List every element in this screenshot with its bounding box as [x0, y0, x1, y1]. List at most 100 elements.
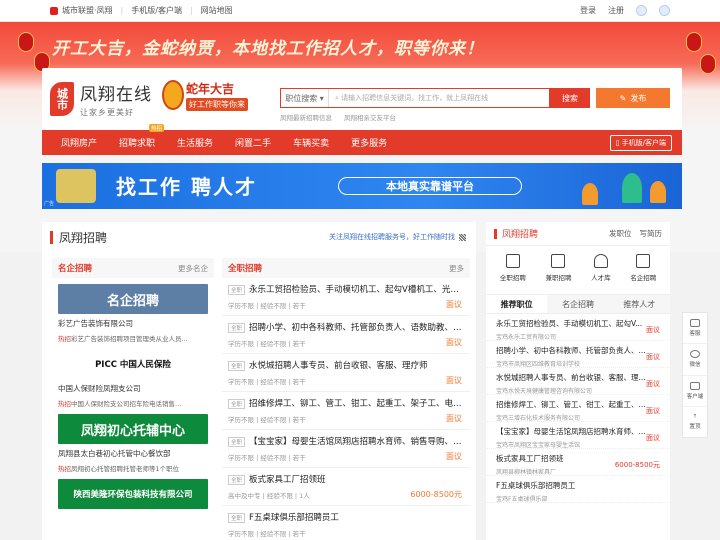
- quick-famous[interactable]: 名企招聘: [630, 254, 656, 294]
- nav-item-secondhand[interactable]: 闲置二手: [224, 130, 282, 155]
- recommended-job-row[interactable]: 板式家具工厂招领班 凤翔县柳林镇林家具厂 6000-8500元: [486, 449, 670, 476]
- sitemap-link[interactable]: 网站地图: [201, 5, 233, 16]
- job-meta: 学历不限 | 经验不限 | 若干: [228, 378, 306, 386]
- nav-mobile-button[interactable]: ▯ 手机版/客户端: [609, 135, 672, 151]
- arrow-up-icon: ⇡: [692, 413, 698, 420]
- hot-link[interactable]: 凤翔相亲交友平台: [344, 112, 396, 122]
- job-row[interactable]: 全职 板式家具工厂招领班 高中及中专 | 经验不限 | 1人 6000-8500元: [222, 468, 470, 506]
- login-link[interactable]: 登录: [580, 5, 596, 16]
- company-card[interactable]: 名企招聘 彩艺广告装饰有限公司 热招彩艺广告装饰招聘项目管理类从业人员...: [52, 278, 214, 343]
- job-title[interactable]: 全职 招聘小学、初中各科教师、托管部负责人、语数助教、行政...: [228, 321, 464, 333]
- job-meta: 学历不限 | 经验不限 | 若干: [228, 302, 306, 310]
- job-title[interactable]: 全职 F五桌球俱乐部招聘员工: [228, 511, 464, 523]
- post-job-link[interactable]: 发职位: [609, 228, 632, 239]
- recommended-job-row[interactable]: 招维修焊工、铆工、管工、钳工、起重工、... 宝鸡三增石化技术服务有限公司 面议: [486, 395, 670, 422]
- recommended-job-title[interactable]: 永乐工贸招检验员、手动模切机工、起勾V...: [496, 318, 660, 329]
- job-title[interactable]: 全职 招维修焊工、铆工、管工、钳工、起重工、架子工、电工、...: [228, 397, 464, 409]
- recommended-job-salary: 面议: [646, 434, 660, 442]
- recommended-job-title[interactable]: F五桌球俱乐部招聘员工: [496, 480, 660, 491]
- job-row[interactable]: 全职 招聘小学、初中各科教师、托管部负责人、语数助教、行政... 学历不限 | 经验…: [222, 316, 470, 354]
- qr-code-icon: [459, 233, 466, 241]
- headset-icon: [690, 319, 700, 328]
- recruit-ad-banner[interactable]: 找工作 聘人才 本地真实靠谱平台 广告: [42, 163, 682, 209]
- user-icon[interactable]: [659, 5, 670, 16]
- register-link[interactable]: 注册: [608, 5, 624, 16]
- site-logo[interactable]: 城市 凤翔在线 让家乡更美好: [50, 80, 152, 118]
- follow-notice-link[interactable]: 关注凤翔在线招聘服务号，好工作随时找: [329, 232, 466, 242]
- search-button[interactable]: 搜索: [550, 88, 590, 108]
- job-title[interactable]: 全职 【宝宝家】母婴生活馆凤翔店招聘水育师、销售导购、产后...: [228, 435, 464, 447]
- job-row[interactable]: 全职 水悦城招聘人事专员、前台收银、客服、理疗师 学历不限 | 经验不限 | 若干 面…: [222, 354, 470, 392]
- job-title[interactable]: 全职 永乐工贸招检验员、手动模切机工、起勾V槽机工、光电定...: [228, 283, 464, 295]
- banner-slogan: 开工大吉，金蛇纳贾，本地找工作招人才，职等你来！: [52, 39, 484, 59]
- job-row[interactable]: 全职 F五桌球俱乐部招聘员工学历不限 | 经验不限 | 若干: [222, 506, 470, 540]
- job-row[interactable]: 全职 【宝宝家】母婴生活馆凤翔店招聘水育师、销售导购、产后... 学历不限 | 经验…: [222, 430, 470, 468]
- recommended-job-row[interactable]: 永乐工贸招检验员、手动模切机工、起勾V... 宝鸡永乐工贸有限公司 面议: [486, 314, 670, 341]
- nav-item-jobs[interactable]: 招聘求职 热招: [108, 124, 166, 155]
- job-title[interactable]: 全职 板式家具工厂招领班: [228, 473, 464, 485]
- mobile-version-link[interactable]: 手机版/客户端: [131, 5, 182, 16]
- job-meta: 学历不限 | 经验不限 | 若干: [228, 340, 306, 348]
- lantern-icon: [18, 32, 34, 52]
- quick-parttime[interactable]: 兼职招聘: [545, 254, 571, 294]
- recommended-job-company: 宝鸡水悦天境健康管理咨询有限公司: [496, 388, 593, 395]
- city-league-icon: [50, 6, 58, 15]
- recommended-job-title[interactable]: 【宝宝家】母婴生活馆凤翔店招聘水育师、...: [496, 426, 660, 437]
- chevron-down-icon: ▾: [317, 93, 324, 103]
- nav-item-more[interactable]: 更多服务: [340, 130, 398, 155]
- snake-subtitle: 好工作职等你来: [186, 98, 248, 111]
- recommended-job-salary: 面议: [646, 353, 660, 361]
- recommended-job-row[interactable]: 水悦城招聘人事专员、前台收银、客服、理... 宝鸡水悦天境健康管理咨询有限公司 面议: [486, 368, 670, 395]
- quick-fulltime[interactable]: 全职招聘: [500, 254, 526, 294]
- ad-pill: 本地真实靠谱平台: [338, 177, 522, 195]
- job-salary: 面议: [446, 452, 462, 461]
- tree-icon: [650, 181, 666, 203]
- tab-recommended-talent[interactable]: 推荐人才: [608, 295, 670, 313]
- nav-item-cars[interactable]: 车辆买卖: [282, 130, 340, 155]
- sidebar-header: 凤翔招聘 发职位 写简历: [486, 222, 670, 246]
- nav-item-life[interactable]: 生活服务: [166, 130, 224, 155]
- float-top[interactable]: ⇡ 置顶: [683, 407, 707, 437]
- section-title: 凤翔招聘: [59, 230, 108, 245]
- recommended-job-row[interactable]: 【宝宝家】母婴生活馆凤翔店招聘水育师、... 宝鸡市凤翔区宝宝家母婴生活馆 面议: [486, 422, 670, 449]
- recommended-job-title[interactable]: 招聘小学、初中各科教师、托管部负责人、...: [496, 345, 660, 356]
- job-row[interactable]: 全职 招维修焊工、铆工、管工、钳工、起重工、架子工、电工、... 学历不限 | 经验…: [222, 392, 470, 430]
- recommended-job-salary: 面议: [646, 326, 660, 334]
- more-jobs-link[interactable]: 更多: [449, 263, 464, 274]
- nav-item-housing[interactable]: 凤翔房产: [50, 130, 108, 155]
- post-button[interactable]: ✎ 发布: [596, 88, 670, 108]
- job-title[interactable]: 全职 水悦城招聘人事专员、前台收银、客服、理疗师: [228, 359, 464, 371]
- search-input[interactable]: ⌕ 请输入招聘信息关键词，找工作，就上凤翔在线: [329, 89, 549, 107]
- company-logo: 陕西美隆环保包装科技有限公司: [58, 479, 208, 509]
- fulltime-tag: 全职: [228, 436, 246, 447]
- company-card[interactable]: 陕西美隆环保包装科技有限公司: [52, 473, 214, 523]
- ad-illustration-icon: [56, 169, 96, 203]
- recommended-job-row[interactable]: F五桌球俱乐部招聘员工宝鸡F五桌球俱乐部: [486, 476, 670, 503]
- clipboard-icon: [551, 254, 566, 268]
- sidebar-title: 凤翔招聘: [502, 230, 539, 240]
- recommended-job-title[interactable]: 水悦城招聘人事专员、前台收银、客服、理...: [496, 372, 660, 383]
- quick-talent[interactable]: 人才库: [591, 254, 611, 294]
- tab-recommended-jobs[interactable]: 推荐职位: [486, 295, 548, 313]
- float-wechat[interactable]: 微信: [683, 344, 707, 376]
- company-desc: [58, 513, 208, 523]
- job-meta: 学历不限 | 经验不限 | 若干: [228, 416, 306, 424]
- job-meta: 学历不限 | 经验不限 | 若干: [228, 530, 306, 538]
- recommended-job-row[interactable]: 招聘小学、初中各科教师、托管部负责人、... 宝鸡市凤翔区四维教育培训学校 面议: [486, 341, 670, 368]
- company-card[interactable]: 凤翔初心托辅中心 凤翔县太白巷初心托管中心餐饮部 热招凤翔初心托管招聘托管老师等1个…: [52, 408, 214, 473]
- famous-companies: 名企招聘 更多名企 名企招聘 彩艺广告装饰有限公司 热招彩艺广告装饰招聘项目管理类从…: [52, 258, 214, 523]
- job-row[interactable]: 全职 永乐工贸招检验员、手动模切机工、起勾V槽机工、光电定... 学历不限 | 经验…: [222, 278, 470, 316]
- tab-famous-companies[interactable]: 名企招聘: [547, 295, 609, 313]
- recommended-job-title[interactable]: 招维修焊工、铆工、管工、钳工、起重工、...: [496, 399, 660, 410]
- more-famous-link[interactable]: 更多名企: [178, 263, 208, 274]
- wechat-icon[interactable]: [636, 5, 647, 16]
- float-app[interactable]: 客户端: [683, 376, 707, 407]
- search-category-select[interactable]: 职位搜索 ▾: [281, 89, 329, 107]
- recommended-job-company: 宝鸡F五桌球俱乐部: [496, 496, 548, 503]
- quick-entry-icons: 全职招聘 兼职招聘 人才库 名企招聘: [486, 246, 670, 294]
- float-service[interactable]: 客服: [683, 313, 707, 345]
- site-name-link[interactable]: 城市联盟·凤翔: [62, 5, 113, 16]
- write-resume-link[interactable]: 写简历: [640, 228, 663, 239]
- hot-link[interactable]: 凤翔最新招聘信息: [280, 112, 332, 122]
- company-card[interactable]: PICC 中国人民保险 中国人保财险凤翔支公司 热招中国人保财险支公司招车险电话销售…: [52, 343, 214, 408]
